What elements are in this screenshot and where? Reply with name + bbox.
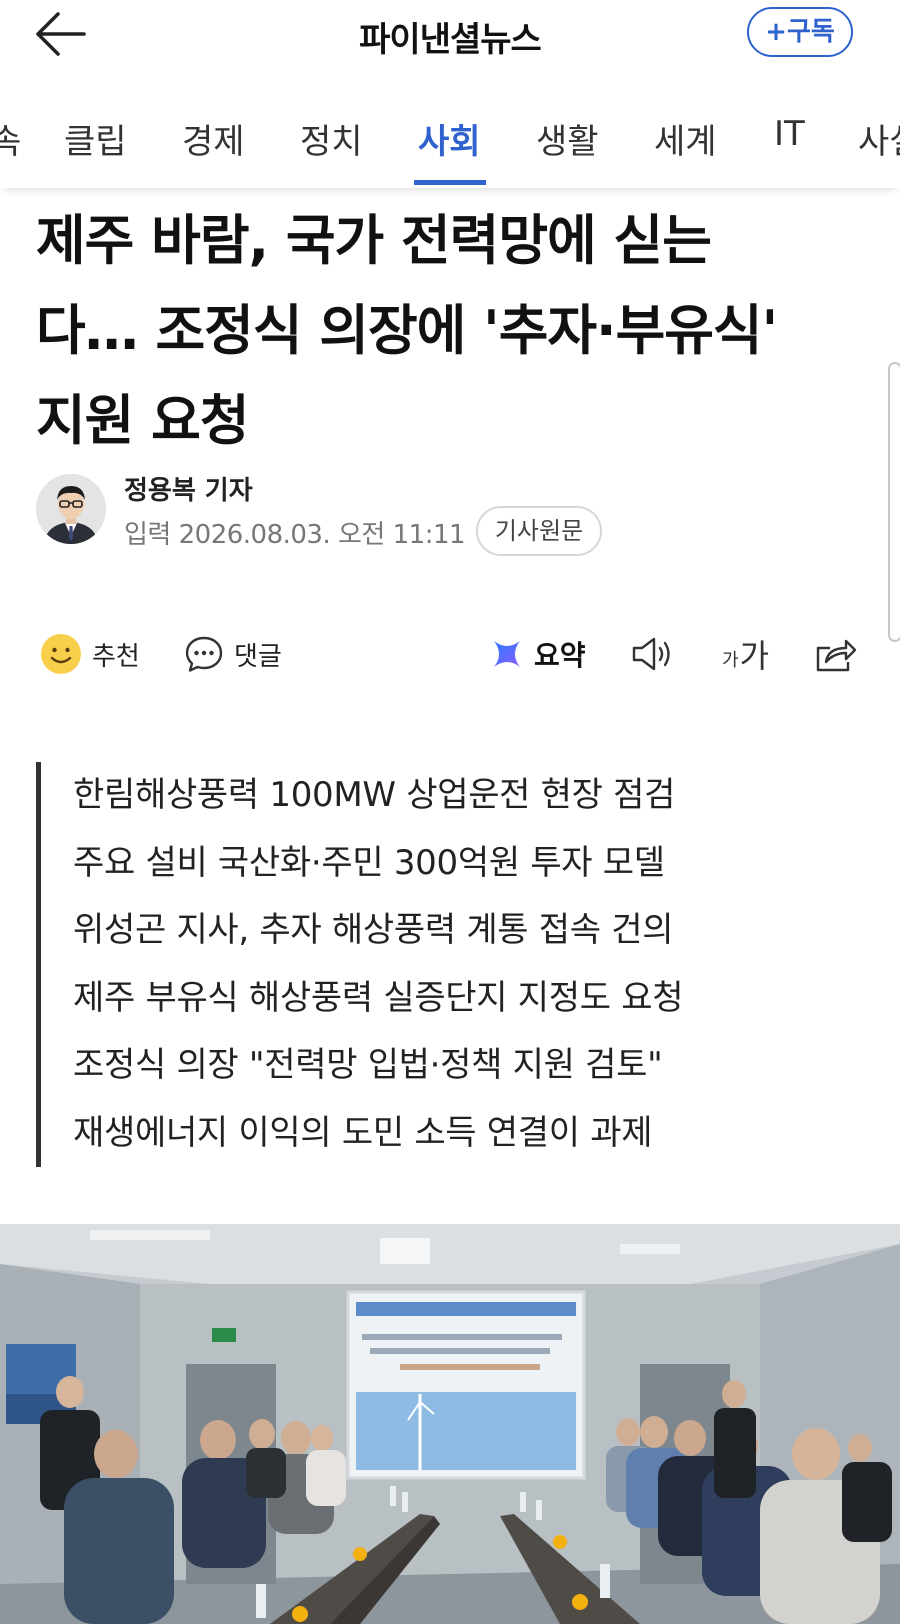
summary-line: 한림해상풍력 100MW 상업운전 현장 점검 xyxy=(73,775,676,815)
tab-partial-left[interactable]: 속 xyxy=(0,114,21,163)
summary-line: 제주 부유식 해상풍력 실증단지 지정도 요청 xyxy=(73,977,684,1018)
speaker-icon xyxy=(632,637,670,671)
recommend-button[interactable]: 추천 xyxy=(40,632,140,676)
publish-date: 입력 2026.08.03. 오전 11:11 xyxy=(124,520,466,550)
reporter-name[interactable]: 정용복 기자 xyxy=(124,470,253,507)
share-button[interactable] xyxy=(814,632,858,676)
article-headline: 제주 바람, 국가 전력망에 싣는 다… 조정식 의장에 '추자·부유식' 지원… xyxy=(36,196,876,466)
reporter-avatar[interactable] xyxy=(36,474,106,544)
tab-editorial[interactable]: 사설 xyxy=(858,114,900,163)
font-size-large: 가 xyxy=(739,637,770,675)
recommend-label: 추천 xyxy=(92,641,140,672)
tab-world[interactable]: 세계 xyxy=(654,114,717,163)
tab-society[interactable]: 사회 xyxy=(418,114,481,163)
text-to-speech-button[interactable] xyxy=(630,632,676,676)
summary-line: 재생에너지 이익의 도민 소득 연결이 과제 xyxy=(73,1112,653,1153)
summary-button[interactable]: 요약 xyxy=(490,632,586,676)
scroll-indicator[interactable] xyxy=(888,362,900,642)
summary-line: 위성곤 지사, 추자 해상풍력 계통 접속 건의 xyxy=(73,910,674,950)
app-bar: 파이낸셜뉴스 +구독 xyxy=(0,0,900,72)
speech-bubble-icon xyxy=(185,636,223,672)
font-size-small: 가 xyxy=(722,650,739,671)
share-icon xyxy=(816,639,857,672)
tab-life[interactable]: 생활 xyxy=(536,114,599,163)
ai-summary-icon xyxy=(494,641,520,667)
subscribe-button[interactable]: +구독 xyxy=(747,7,853,57)
headline-line: 제주 바람, 국가 전력망에 싣는 xyxy=(36,209,712,272)
font-size-button[interactable]: 가 가 xyxy=(722,632,769,676)
tab-it[interactable]: IT xyxy=(774,114,805,154)
comment-label: 댓글 xyxy=(234,641,282,672)
summary-label: 요약 xyxy=(534,639,586,672)
smile-icon xyxy=(41,634,81,674)
tab-clip[interactable]: 클립 xyxy=(64,114,127,163)
original-article-button[interactable]: 기사원문 xyxy=(476,506,602,556)
headline-line: 지원 요청 xyxy=(36,389,250,452)
tab-politics[interactable]: 정치 xyxy=(300,114,363,163)
headline-line: 다… 조정식 의장에 '추자·부유식' xyxy=(36,299,778,362)
article-photo[interactable] xyxy=(0,1224,900,1624)
article-summary: 한림해상풍력 100MW 상업운전 현장 점검 주요 설비 국산화·주민 300… xyxy=(36,762,876,1167)
active-tab-indicator xyxy=(414,180,486,185)
comment-button[interactable]: 댓글 xyxy=(184,632,282,676)
summary-line: 주요 설비 국산화·주민 300억원 투자 모델 xyxy=(73,842,665,883)
summary-line: 조정식 의장 "전력망 입법·정책 지원 검토" xyxy=(73,1045,663,1085)
category-tabs: 속 클립 경제 정치 사회 생활 세계 IT 사설 xyxy=(0,92,900,188)
tab-economy[interactable]: 경제 xyxy=(182,114,245,163)
